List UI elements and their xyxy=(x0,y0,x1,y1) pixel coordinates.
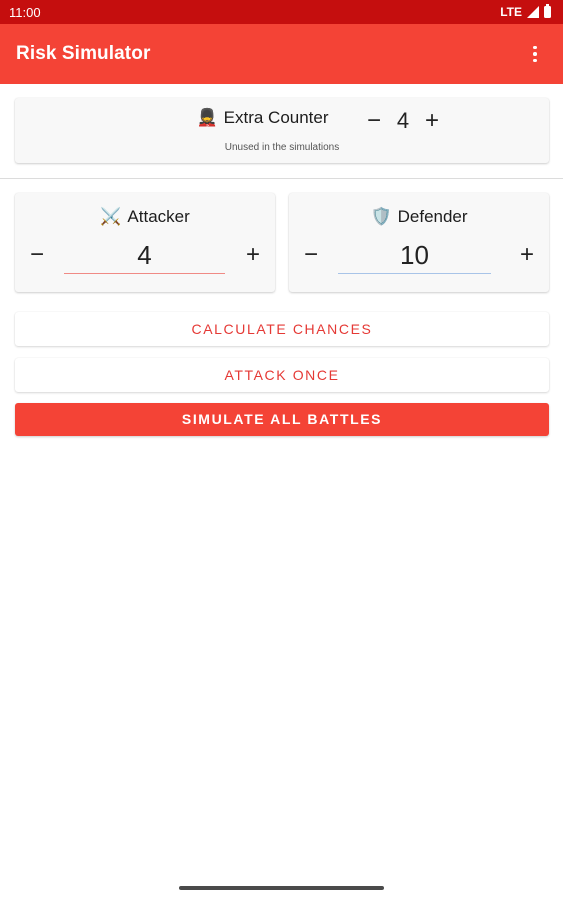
attacker-card: ⚔️ Attacker − + xyxy=(15,193,275,292)
more-vert-icon[interactable] xyxy=(523,39,547,69)
extra-counter-stepper: − 4 + xyxy=(360,108,446,134)
attacker-label: Attacker xyxy=(127,207,190,226)
battery-icon xyxy=(544,4,551,18)
attacker-heading: ⚔️ Attacker xyxy=(15,207,275,227)
gesture-navigation-handle[interactable] xyxy=(179,886,384,890)
status-time: 11:00 xyxy=(9,4,41,20)
simulate-all-battles-button[interactable]: SIMULATE ALL BATTLES xyxy=(15,403,549,436)
status-bar: 11:00 LTE xyxy=(0,0,563,24)
status-icons: LTE xyxy=(500,4,551,19)
signal-icon xyxy=(527,6,539,18)
attacker-decrement-button[interactable]: − xyxy=(23,243,51,267)
attack-once-button[interactable]: ATTACK ONCE xyxy=(15,358,549,392)
extra-counter-decrement-button[interactable]: − xyxy=(360,109,388,133)
attacker-increment-button[interactable]: + xyxy=(239,243,267,267)
extra-counter-value: 4 xyxy=(396,108,410,133)
defender-count-input[interactable] xyxy=(338,237,491,274)
defender-decrement-button[interactable]: − xyxy=(297,243,325,267)
extra-counter-caption: Unused in the simulations xyxy=(224,142,340,153)
section-divider xyxy=(0,178,563,179)
crossed-swords-icon: ⚔️ xyxy=(100,207,122,227)
extra-counter-increment-button[interactable]: + xyxy=(418,109,446,133)
guard-icon: 💂 xyxy=(196,108,218,128)
attacker-count-input[interactable] xyxy=(64,237,225,274)
defender-card: 🛡️ Defender − + xyxy=(289,193,549,292)
extra-counter-label: Extra Counter xyxy=(223,108,329,127)
app-bar: Risk Simulator xyxy=(0,24,563,84)
defender-heading: 🛡️ Defender xyxy=(289,207,549,227)
defender-label: Defender xyxy=(397,207,468,226)
calculate-chances-button[interactable]: CALCULATE CHANCES xyxy=(15,312,549,346)
extra-counter-heading: 💂 Extra Counter xyxy=(0,108,525,128)
defender-increment-button[interactable]: + xyxy=(513,243,541,267)
app-title: Risk Simulator xyxy=(16,43,151,64)
network-type-label: LTE xyxy=(500,5,522,19)
shield-icon: 🛡️ xyxy=(370,207,392,227)
